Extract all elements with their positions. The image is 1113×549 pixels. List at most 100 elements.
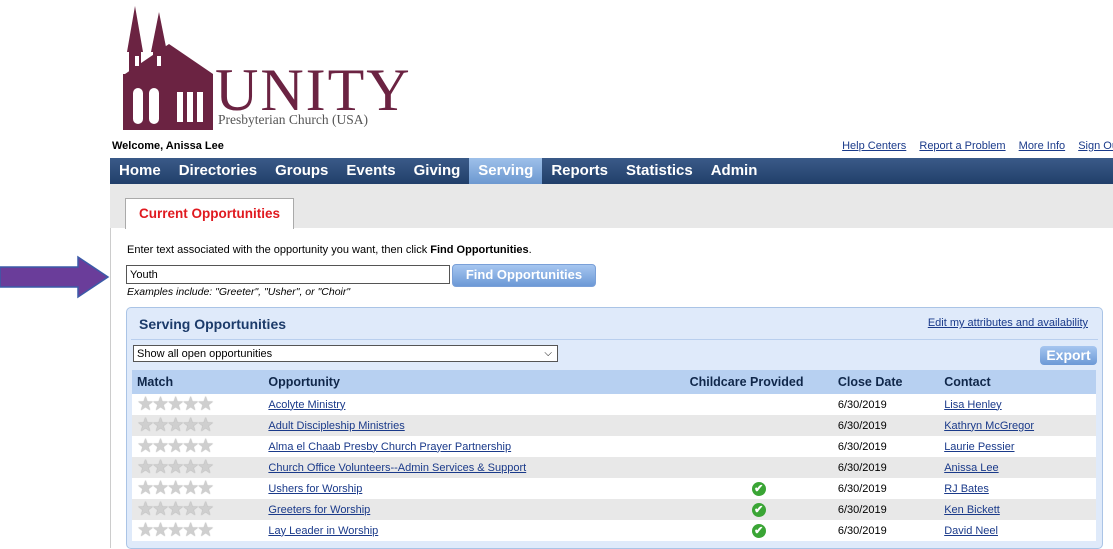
opportunity-link[interactable]: Alma el Chaab Presby Church Prayer Partn… [268, 441, 511, 453]
nav-groups[interactable]: Groups [266, 158, 337, 184]
match-stars: ★★★★★ [132, 498, 264, 520]
header-match[interactable]: Match [132, 370, 264, 394]
nav-serving[interactable]: Serving [469, 158, 543, 184]
opportunity-link[interactable]: Ushers for Worship [268, 483, 362, 495]
header-childcare[interactable]: Childcare Provided [684, 370, 833, 394]
table-row: ★★★★★ Acolyte Ministry 6/30/2019 Lisa He… [132, 394, 1096, 415]
nav-giving[interactable]: Giving [405, 158, 470, 184]
instruction-bold: Find Opportunities [430, 244, 529, 256]
header-close-date[interactable]: Close Date [832, 370, 940, 394]
contact-cell: Ken Bickett [939, 499, 1096, 520]
match-stars: ★★★★★ [132, 519, 264, 541]
nav-statistics[interactable]: Statistics [617, 158, 702, 184]
church-building-icon [123, 6, 213, 130]
nav-directories[interactable]: Directories [170, 158, 266, 184]
childcare-cell: ✔ [684, 520, 833, 541]
tab-bar: Current Opportunities [110, 184, 1113, 229]
contact-link[interactable]: Kathryn McGregor [944, 420, 1034, 432]
main-nav: Home Directories Groups Events Giving Serving… [110, 158, 1113, 184]
filter-selected-value: Show all open opportunities [137, 348, 273, 360]
opportunity-cell: Ushers for Worship [263, 478, 685, 499]
find-opportunities-button[interactable]: Find Opportunities [452, 264, 596, 287]
contact-link[interactable]: Ken Bickett [944, 504, 1000, 516]
opportunity-cell: Church Office Volunteers--Admin Services… [263, 457, 685, 478]
nav-home[interactable]: Home [110, 158, 170, 184]
arrow-annotation-icon [0, 255, 110, 299]
opportunity-cell: Acolyte Ministry [263, 394, 685, 415]
contact-link[interactable]: RJ Bates [944, 483, 989, 495]
search-input[interactable] [126, 265, 450, 284]
edit-attributes-link[interactable]: Edit my attributes and availability [928, 317, 1088, 329]
help-centers-link[interactable]: Help Centers [842, 140, 906, 152]
more-info-link[interactable]: More Info [1019, 140, 1065, 152]
table-row: ★★★★★ Adult Discipleship Ministries 6/30… [132, 415, 1096, 436]
opportunity-link[interactable]: Lay Leader in Worship [268, 525, 378, 537]
search-instructions: Enter text associated with the opportuni… [127, 244, 532, 256]
childcare-cell [684, 394, 833, 415]
panel-title: Serving Opportunities [139, 316, 287, 332]
contact-cell: RJ Bates [939, 478, 1096, 499]
contact-link[interactable]: Anissa Lee [944, 462, 998, 474]
opportunity-link[interactable]: Greeters for Worship [268, 504, 370, 516]
check-circle-icon: ✔ [751, 502, 766, 517]
contact-cell: Lisa Henley [939, 394, 1096, 415]
childcare-cell [684, 436, 833, 457]
contact-link[interactable]: David Neel [944, 525, 998, 537]
nav-events[interactable]: Events [337, 158, 404, 184]
star-rating-icon: ★★★★★ [137, 456, 214, 478]
contact-link[interactable]: Lisa Henley [944, 399, 1001, 411]
opportunities-table: Match Opportunity Childcare Provided Clo… [132, 370, 1096, 541]
close-date-cell: 6/30/2019 [832, 520, 940, 541]
close-date-cell: 6/30/2019 [832, 499, 940, 520]
check-circle-icon: ✔ [751, 523, 766, 538]
opportunity-filter-select[interactable]: Show all open opportunities ⌵ [133, 345, 558, 362]
opportunity-link[interactable]: Church Office Volunteers--Admin Services… [268, 462, 526, 474]
panel-divider [131, 339, 1098, 340]
brand-name: UNITY [215, 57, 412, 123]
table-row: ★★★★★ Ushers for Worship ✔ 6/30/2019 RJ … [132, 478, 1096, 499]
opportunity-cell: Greeters for Worship [263, 499, 685, 520]
star-rating-icon: ★★★★★ [137, 519, 214, 541]
chevron-down-icon: ⌵ [544, 348, 552, 359]
table-row: ★★★★★ Church Office Volunteers--Admin Se… [132, 457, 1096, 478]
sign-out-link[interactable]: Sign Out [1078, 140, 1113, 152]
tab-current-opportunities[interactable]: Current Opportunities [125, 198, 294, 229]
utility-links: Help Centers Report a Problem More Info … [832, 140, 1113, 152]
table-row: ★★★★★ Greeters for Worship ✔ 6/30/2019 K… [132, 499, 1096, 520]
contact-cell: Anissa Lee [939, 457, 1096, 478]
opportunity-link[interactable]: Acolyte Ministry [268, 399, 345, 411]
opportunity-cell: Adult Discipleship Ministries [263, 415, 685, 436]
childcare-cell [684, 457, 833, 478]
contact-cell: Kathryn McGregor [939, 415, 1096, 436]
nav-admin[interactable]: Admin [702, 158, 767, 184]
match-stars: ★★★★★ [132, 477, 264, 499]
instruction-end: . [528, 244, 532, 256]
match-stars: ★★★★★ [132, 456, 264, 478]
check-circle-icon: ✔ [751, 481, 766, 496]
close-date-cell: 6/30/2019 [832, 457, 940, 478]
table-row: ★★★★★ Lay Leader in Worship ✔ 6/30/2019 … [132, 520, 1096, 541]
match-stars: ★★★★★ [132, 435, 264, 457]
star-rating-icon: ★★★★★ [137, 414, 214, 436]
star-rating-icon: ★★★★★ [137, 498, 214, 520]
childcare-cell [684, 415, 833, 436]
header-opportunity[interactable]: Opportunity [263, 370, 685, 394]
nav-reports[interactable]: Reports [542, 158, 617, 184]
star-rating-icon: ★★★★★ [137, 477, 214, 499]
star-rating-icon: ★★★★★ [137, 435, 214, 457]
instruction-text: Enter text associated with the opportuni… [127, 244, 431, 256]
table-row: ★★★★★ Alma el Chaab Presby Church Prayer… [132, 436, 1096, 457]
report-problem-link[interactable]: Report a Problem [919, 140, 1005, 152]
brand-subtitle: Presbyterian Church (USA) [218, 112, 368, 127]
export-button[interactable]: Export [1040, 346, 1097, 365]
childcare-cell: ✔ [684, 478, 833, 499]
contact-link[interactable]: Laurie Pessier [944, 441, 1014, 453]
serving-opportunities-panel: Serving Opportunities Edit my attributes… [126, 307, 1103, 549]
opportunity-link[interactable]: Adult Discipleship Ministries [268, 420, 404, 432]
search-examples: Examples include: "Greeter", "Usher", or… [127, 286, 351, 298]
opportunity-cell: Lay Leader in Worship [263, 520, 685, 541]
header-contact[interactable]: Contact [939, 370, 1096, 394]
close-date-cell: 6/30/2019 [832, 436, 940, 457]
childcare-cell: ✔ [684, 499, 833, 520]
welcome-text: Welcome, Anissa Lee [112, 140, 224, 152]
